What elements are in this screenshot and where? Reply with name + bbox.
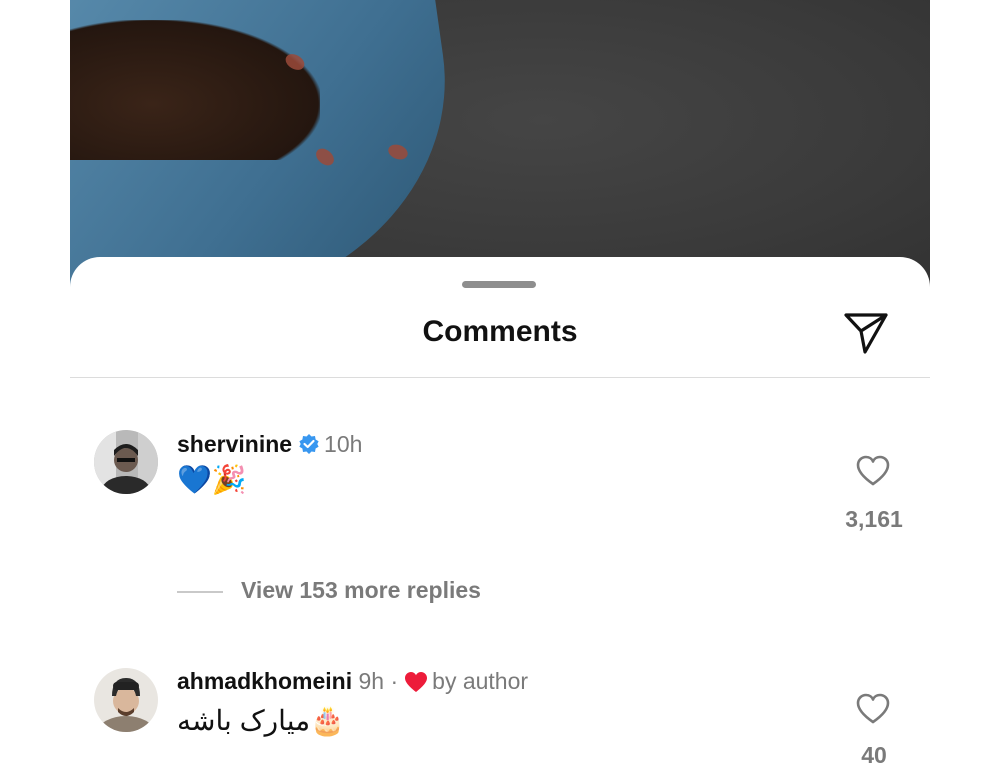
comment-username[interactable]: ahmadkhomeini: [177, 668, 352, 694]
comments-sheet: Comments shervinine 10h 💙🎉 3,161 View 15…: [70, 257, 930, 777]
heart-outline-icon[interactable]: [856, 455, 890, 492]
sheet-drag-handle[interactable]: [462, 281, 536, 288]
comment-meta: shervinine 10h: [177, 431, 362, 461]
like-count: 3,161: [845, 506, 903, 532]
heart-filled-icon: [404, 671, 428, 699]
comment-text: میارک باشه🎂: [177, 705, 346, 736]
view-replies-link[interactable]: View 153 more replies: [177, 577, 481, 604]
photo-hair: [70, 20, 320, 160]
post-photo: [70, 0, 930, 300]
meta-separator: ·: [390, 668, 399, 694]
like-count: 40: [861, 742, 887, 768]
view-replies-label: View 153 more replies: [241, 577, 481, 603]
comment-text: 💙🎉: [177, 464, 247, 495]
avatar[interactable]: [94, 668, 158, 732]
comment-time: 10h: [324, 431, 363, 457]
comment-meta: ahmadkhomeini 9h · by author: [177, 668, 528, 699]
comment-time: 9h: [358, 668, 385, 694]
send-icon[interactable]: [843, 311, 889, 355]
comment-username[interactable]: shervinine: [177, 431, 292, 457]
verified-badge-icon: [298, 433, 320, 461]
heart-outline-icon[interactable]: [856, 693, 890, 730]
liked-by-author-label: by author: [432, 668, 529, 694]
avatar[interactable]: [94, 430, 158, 494]
sheet-title: Comments: [422, 315, 578, 348]
header-divider: [70, 377, 930, 378]
replies-line: [177, 590, 223, 593]
